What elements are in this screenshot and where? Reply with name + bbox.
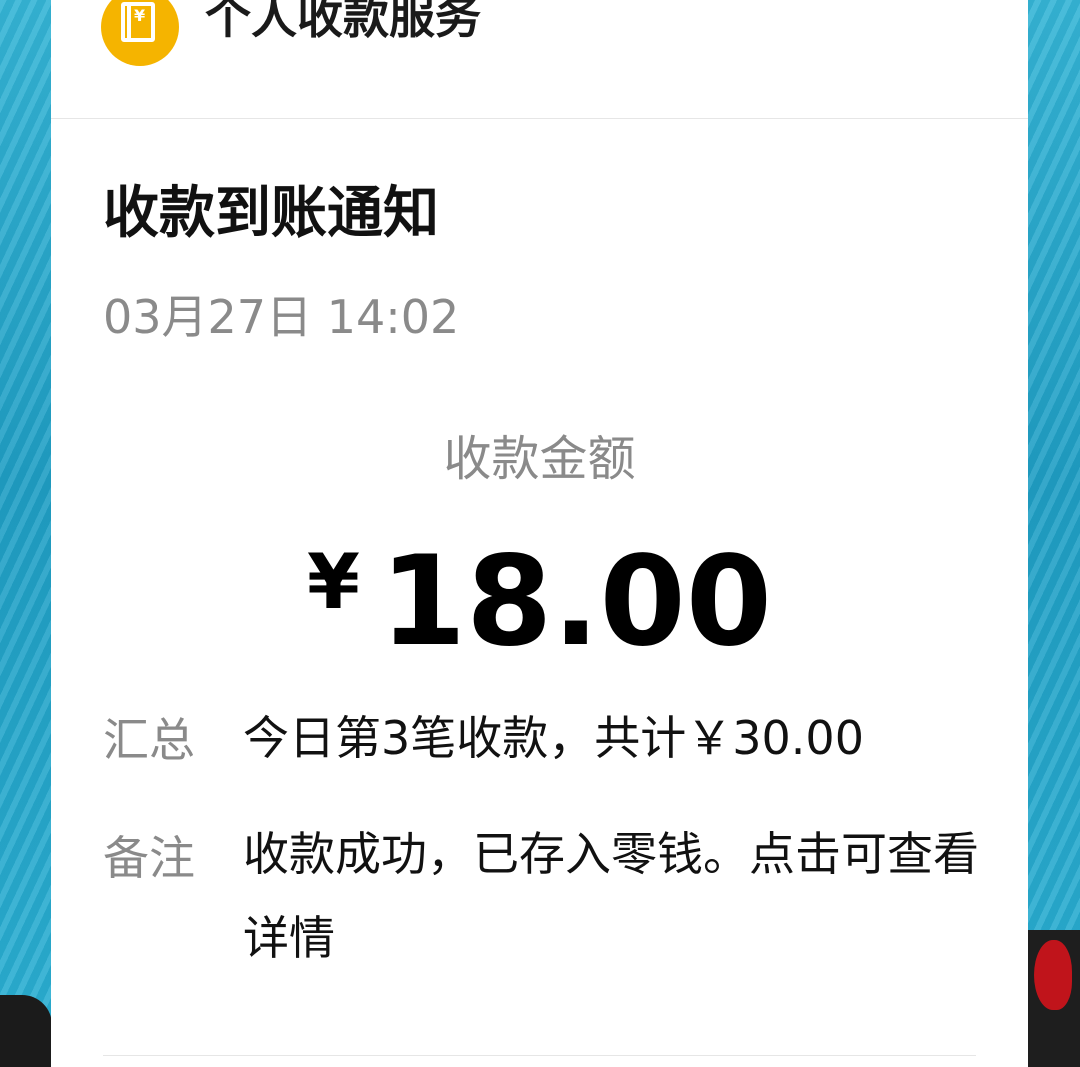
yen-symbol: ¥ [134,6,146,25]
remark-label: 备注 [103,831,195,885]
currency-symbol: ¥ [306,537,360,626]
remark-text[interactable]: 收款成功，已存入零钱。点击可查看详情 [243,812,988,980]
footer-divider [103,1055,976,1056]
summary-text: 今日第3笔收款，共计￥30.00 [243,711,864,765]
document-bar [127,6,131,38]
notification-title: 收款到账通知 [103,181,439,246]
service-name: 个人收款服务 [205,0,481,44]
notification-datetime: 03月27日 14:02 [103,290,460,344]
amount-display: ¥18.00 [51,540,1028,664]
amount-label: 收款金额 [443,431,636,487]
service-header[interactable]: ¥ 个人收款服务 [51,0,1028,119]
payment-notification-card[interactable]: ¥ 个人收款服务 收款到账通知 03月27日 14:02 收款金额 ¥18.00… [51,0,1028,1067]
amount-value: 18.00 [379,530,773,674]
wallpaper-object-red [1034,940,1072,1010]
wallpaper-object-left [0,995,52,1067]
summary-label: 汇总 [103,713,195,767]
yen-wallet-icon: ¥ [101,0,179,66]
